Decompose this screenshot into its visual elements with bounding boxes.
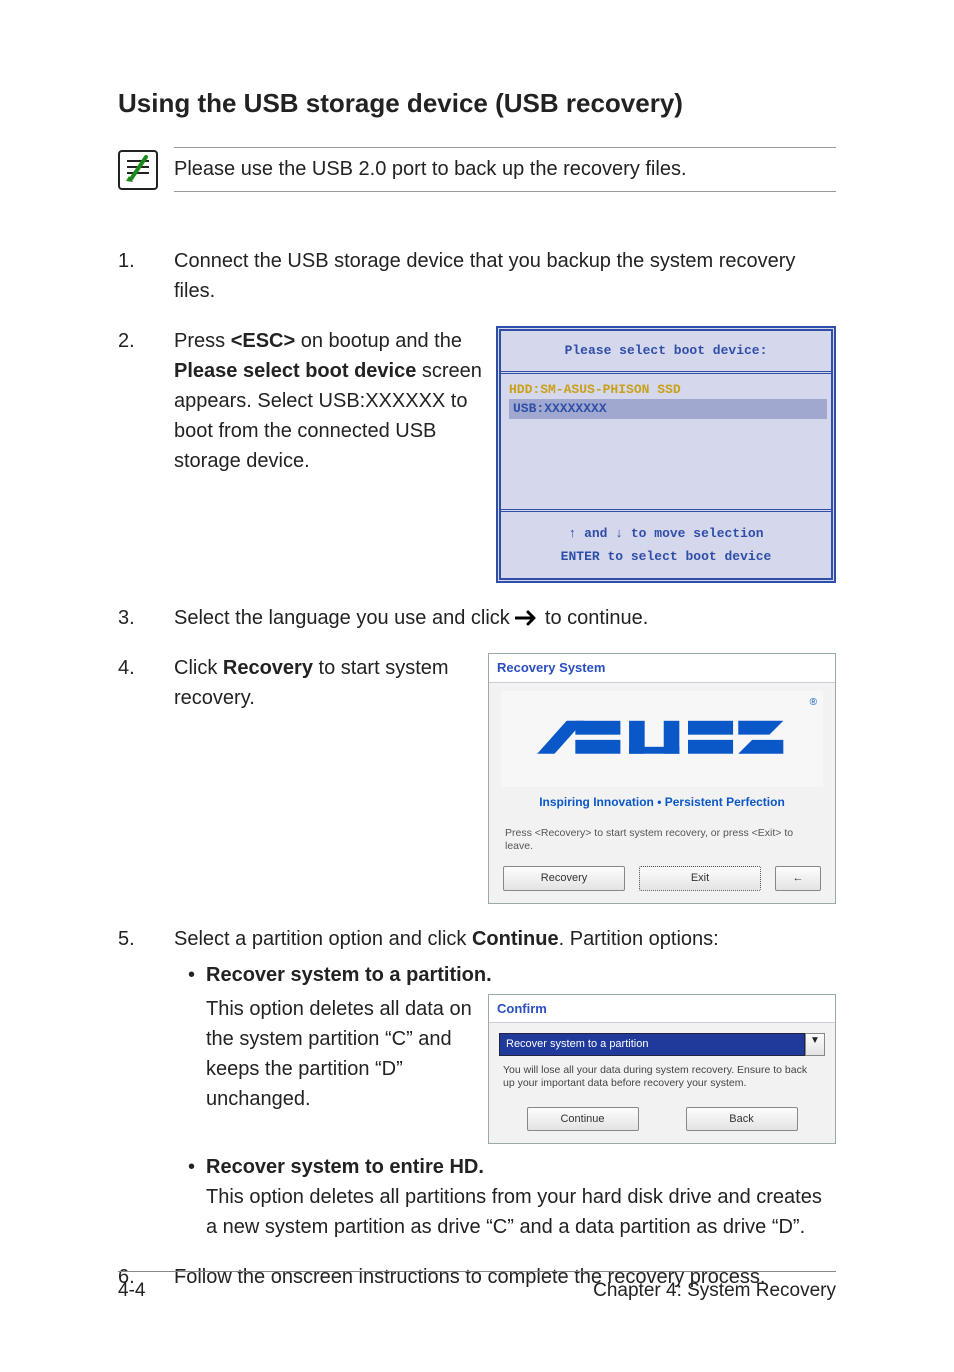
step-2: 2. Press <ESC> on bootup and the Please …	[118, 326, 836, 583]
step-text: Press <ESC> on bootup and the Please sel…	[174, 326, 482, 476]
recovery-button[interactable]: Recovery	[503, 866, 625, 891]
asus-logo: ®	[501, 691, 823, 787]
step-number: 3.	[118, 603, 135, 633]
back-button[interactable]: Back	[686, 1107, 798, 1132]
step-3: 3. Select the language you use and click…	[118, 603, 836, 633]
step-4: 4. Click Recovery to start system recove…	[118, 653, 836, 903]
bios-option-hdd[interactable]: HDD:SM-ASUS-PHISON SSD	[509, 380, 823, 400]
window-title: Recovery System	[489, 654, 835, 683]
step-5: 5. Select a partition option and click C…	[118, 924, 836, 1243]
confirm-message: You will lose all your data during syste…	[489, 1062, 835, 1101]
partition-option-2-body: This option deletes all partitions from …	[206, 1182, 836, 1242]
recovery-prompt: Press <Recovery> to start system recover…	[489, 821, 835, 862]
back-arrow-button[interactable]: ←	[775, 866, 821, 891]
step-number: 2.	[118, 326, 135, 356]
step-number: 5.	[118, 924, 135, 954]
step-text: Connect the USB storage device that you …	[174, 250, 795, 302]
confirm-dialog: Confirm Recover system to a partition ▼ …	[488, 994, 836, 1145]
step-number: 1.	[118, 246, 135, 276]
step-text: Select the language you use and click to…	[174, 607, 648, 629]
chevron-down-icon[interactable]: ▼	[805, 1033, 825, 1056]
registered-mark: ®	[810, 695, 817, 710]
step-number: 4.	[118, 653, 135, 683]
dialog-title: Confirm	[489, 995, 835, 1024]
partition-option-1: Recover system to a partition. This opti…	[188, 960, 836, 1145]
chapter-label: Chapter 4: System Recovery	[593, 1280, 836, 1302]
page: Using the USB storage device (USB recove…	[0, 0, 954, 1372]
note-text: Please use the USB 2.0 port to back up t…	[174, 147, 836, 192]
arrow-right-icon	[515, 605, 539, 621]
exit-button[interactable]: Exit	[639, 866, 761, 891]
continue-button[interactable]: Continue	[527, 1107, 639, 1132]
note-callout: Please use the USB 2.0 port to back up t…	[118, 147, 836, 192]
partition-option-1-body: This option deletes all data on the syst…	[206, 994, 474, 1114]
partition-option-2: Recover system to entire HD. This option…	[188, 1152, 836, 1242]
section-heading: Using the USB storage device (USB recove…	[118, 88, 836, 119]
bios-boot-menu: Please select boot device: HDD:SM-ASUS-P…	[496, 326, 836, 583]
bios-hints: ↑ and ↓ to move selection ENTER to selec…	[501, 509, 831, 579]
step-1: 1. Connect the USB storage device that y…	[118, 246, 836, 306]
note-icon	[118, 150, 158, 190]
bios-option-usb-selected[interactable]: USB:XXXXXXXX	[509, 399, 827, 419]
page-number: 4-4	[118, 1280, 145, 1302]
asus-tagline: Inspiring Innovation • Persistent Perfec…	[501, 793, 823, 811]
step-text: Select a partition option and click Cont…	[174, 924, 836, 954]
step-text: Click Recovery to start system recovery.	[174, 653, 474, 713]
recovery-system-window: Recovery System	[488, 653, 836, 903]
page-footer: 4-4 Chapter 4: System Recovery	[118, 1271, 836, 1302]
bios-title: Please select boot device:	[501, 331, 831, 374]
partition-combo-selected[interactable]: Recover system to a partition	[499, 1033, 805, 1056]
